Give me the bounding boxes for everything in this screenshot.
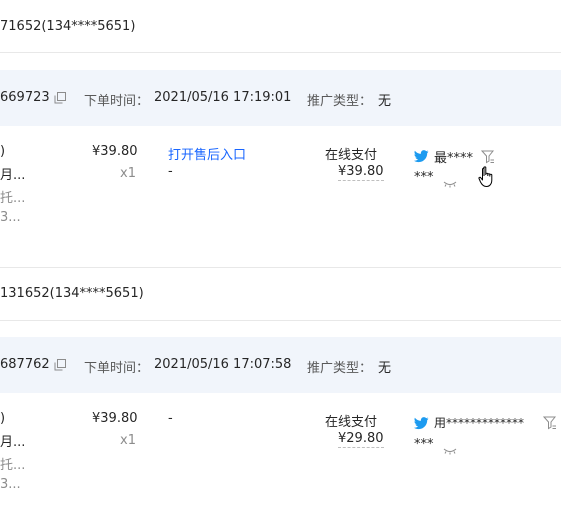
divider xyxy=(0,52,561,53)
product-frag: 月... xyxy=(0,435,26,450)
price-2: ¥39.80 xyxy=(92,411,138,426)
pay-method-1: 在线支付 xyxy=(325,148,378,163)
promo-label-2: 推广类型： xyxy=(307,361,373,376)
after-sale-2: - xyxy=(168,411,173,426)
buyer-sub-1: *** xyxy=(414,170,434,185)
pay-amount-1[interactable]: ¥39.80 xyxy=(338,164,384,181)
order-time-label-2: 下单时间： xyxy=(84,361,150,376)
buyer-name-1[interactable]: 最**** xyxy=(434,147,473,166)
copy-icon[interactable] xyxy=(54,92,66,104)
buyer-name-2[interactable]: 用************* xyxy=(434,414,524,431)
product-frag: 托... xyxy=(0,458,26,473)
account-line-1: 71652(134****5651) xyxy=(0,19,136,34)
order-id-2: 687762 xyxy=(0,357,50,372)
eye-closed-icon[interactable] xyxy=(443,177,457,188)
account-line-2: 131652(134****5651) xyxy=(0,286,144,301)
promo-label-1: 推广类型： xyxy=(307,94,373,109)
order-id-1: 669723 xyxy=(0,90,50,105)
order-time-2: 2021/05/16 17:07:58 xyxy=(154,357,292,372)
pay-amount-2[interactable]: ¥29.80 xyxy=(338,431,384,448)
order-time-label-1: 下单时间： xyxy=(84,94,150,109)
product-frag: 托... xyxy=(0,191,26,206)
product-frag: 3... xyxy=(0,210,21,225)
filter-icon[interactable] xyxy=(542,416,557,430)
qty-1: x1 xyxy=(120,166,136,181)
product-frag: 月... xyxy=(0,168,26,183)
copy-icon[interactable] xyxy=(54,359,66,371)
divider xyxy=(0,320,561,321)
product-frag: ) xyxy=(0,411,6,426)
bird-icon xyxy=(414,417,429,430)
price-1: ¥39.80 xyxy=(92,144,138,159)
promo-value-2: 无 xyxy=(378,361,392,376)
filter-icon[interactable] xyxy=(480,150,495,164)
order-time-1: 2021/05/16 17:19:01 xyxy=(154,90,292,105)
promo-value-1: 无 xyxy=(378,94,392,109)
pay-method-2: 在线支付 xyxy=(325,415,378,430)
divider xyxy=(0,267,561,268)
after-sale-sub-1: - xyxy=(168,164,173,179)
product-frag: ) xyxy=(0,144,6,159)
bird-icon xyxy=(414,150,429,163)
hand-cursor-icon xyxy=(478,166,496,188)
after-sale-link-1[interactable]: 打开售后入口 xyxy=(168,144,246,163)
product-frag: 3... xyxy=(0,477,21,492)
qty-2: x1 xyxy=(120,433,136,448)
eye-closed-icon[interactable] xyxy=(443,444,457,455)
buyer-sub-2: *** xyxy=(414,437,434,452)
